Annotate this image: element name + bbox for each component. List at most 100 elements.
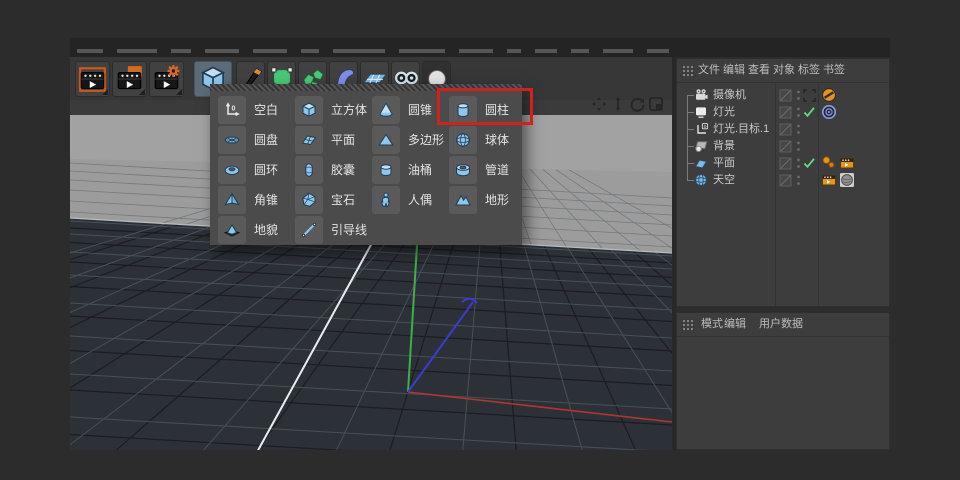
primitive-item-label: 角锥	[254, 185, 278, 215]
object-label: 平面	[713, 155, 735, 172]
om-menu-4[interactable]: 标签	[798, 59, 820, 82]
tag-phong[interactable]	[821, 155, 837, 171]
primitive-item-label: 球体	[485, 125, 509, 155]
primitive-item-gem[interactable]: 宝石	[295, 185, 369, 215]
object-row-null[interactable]: 0 灯光.目标.1	[677, 121, 889, 138]
visibility-dots[interactable]	[796, 157, 801, 170]
panel-grip-icon[interactable]	[682, 319, 694, 330]
svg-text:0: 0	[704, 124, 707, 130]
pan-icon[interactable]	[591, 96, 607, 112]
primitive-item-label: 立方体	[331, 95, 367, 125]
prim-sphere-icon	[449, 126, 477, 154]
tag-compositing[interactable]	[821, 172, 837, 188]
prim-guide-icon	[295, 216, 323, 244]
render-view-button[interactable]	[75, 61, 110, 97]
primitive-item-capsule[interactable]: 胶囊	[295, 155, 369, 185]
primitive-item-plane[interactable]: 平面	[295, 125, 369, 155]
rotate-icon[interactable]	[629, 96, 645, 112]
primitive-item-landscape[interactable]: 地形	[449, 185, 523, 215]
primitive-item-null[interactable]: 0 空白	[218, 95, 292, 125]
object-label: 背景	[713, 138, 735, 155]
object-label: 摄像机	[713, 87, 746, 104]
tag-protection[interactable]	[821, 87, 837, 103]
maximize-icon[interactable]	[648, 96, 664, 112]
tag-texture[interactable]	[839, 172, 855, 188]
object-row-plane[interactable]: 平面	[677, 155, 889, 172]
state-icon[interactable]	[803, 140, 816, 153]
prim-relief-icon	[218, 216, 246, 244]
primitive-item-label: 平面	[331, 125, 355, 155]
ap-menu-0[interactable]: 模式	[701, 313, 723, 336]
panel-grip-icon[interactable]	[682, 65, 694, 76]
primitive-item-label: 引导线	[331, 215, 367, 245]
om-menu-1[interactable]: 编辑	[723, 59, 745, 82]
prim-null-icon: 0	[218, 96, 246, 124]
attribute-panel: 模式编辑用户数据	[676, 312, 890, 450]
state-icon[interactable]	[803, 174, 816, 187]
primitive-item-sphere[interactable]: 球体	[449, 125, 523, 155]
visibility-dots[interactable]	[796, 106, 801, 119]
enabled-check-icon[interactable]	[803, 157, 816, 170]
hierarchy-tree-stub	[687, 95, 694, 96]
primitive-item-guide[interactable]: 引导线	[295, 215, 369, 245]
om-plane-icon	[694, 156, 708, 170]
primitive-item-cube[interactable]: 立方体	[295, 95, 369, 125]
primitive-item-pyramid[interactable]: 角锥	[218, 185, 292, 215]
object-row-light[interactable]: 灯光	[677, 104, 889, 121]
primitive-item-torus[interactable]: 圆环	[218, 155, 292, 185]
object-row-sky[interactable]: 天空	[677, 172, 889, 189]
tag-target[interactable]	[821, 104, 837, 120]
om-menu-2[interactable]: 查看	[748, 59, 770, 82]
primitive-item-oiltank[interactable]: 油桶	[372, 155, 446, 185]
primitive-item-label: 宝石	[331, 185, 355, 215]
visibility-dots[interactable]	[796, 123, 801, 136]
visibility-dots[interactable]	[796, 174, 801, 187]
render-settings-button[interactable]	[149, 61, 184, 97]
layer-toggle[interactable]	[779, 157, 792, 170]
layer-toggle[interactable]	[779, 106, 792, 119]
visibility-dots[interactable]	[796, 140, 801, 153]
prim-torus-icon	[218, 156, 246, 184]
primitive-item-figure[interactable]: 人偶	[372, 185, 446, 215]
layer-toggle[interactable]	[779, 123, 792, 136]
ap-menu-1[interactable]: 编辑	[724, 313, 746, 336]
primitive-item-label: 多边形	[408, 125, 444, 155]
prim-cone-icon	[372, 96, 400, 124]
render-picture-viewer-button[interactable]	[112, 61, 147, 97]
primitive-item-label: 地貌	[254, 215, 278, 245]
menu-bar[interactable]	[70, 38, 890, 57]
tag-compositing[interactable]	[839, 155, 855, 171]
tutorial-highlight-box	[437, 88, 533, 125]
primitive-item-tube[interactable]: 管道	[449, 155, 523, 185]
prim-tube-icon	[449, 156, 477, 184]
layer-toggle[interactable]	[779, 89, 792, 102]
hierarchy-tree-stub	[687, 180, 694, 181]
zoom-icon[interactable]	[610, 96, 626, 112]
om-menu-5[interactable]: 书签	[823, 59, 845, 82]
primitive-item-label: 圆盘	[254, 125, 278, 155]
ap-menu-2[interactable]: 用户数据	[759, 313, 803, 336]
om-menu-0[interactable]: 文件	[698, 59, 720, 82]
layer-toggle[interactable]	[779, 174, 792, 187]
primitive-item-cone[interactable]: 圆锥	[372, 95, 446, 125]
visibility-dots[interactable]	[796, 89, 801, 102]
prim-gem-icon	[295, 186, 323, 214]
om-sky-icon	[694, 173, 708, 187]
object-row-camera[interactable]: 摄像机	[677, 87, 889, 104]
object-row-background[interactable]: 背景	[677, 138, 889, 155]
layer-toggle[interactable]	[779, 140, 792, 153]
om-menu-3[interactable]: 对象	[773, 59, 795, 82]
om-background-icon	[694, 139, 708, 153]
prim-landscape-icon	[449, 186, 477, 214]
primitive-item-disc[interactable]: 圆盘	[218, 125, 292, 155]
primitive-item-polygon[interactable]: 多边形	[372, 125, 446, 155]
enabled-check-icon[interactable]	[803, 106, 816, 119]
hierarchy-tree-stub	[687, 112, 694, 113]
om-null-icon: 0	[694, 122, 708, 136]
state-icon[interactable]	[803, 123, 816, 136]
primitive-item-relief[interactable]: 地貌	[218, 215, 292, 245]
state-icon[interactable]	[803, 89, 816, 102]
prim-capsule-icon	[295, 156, 323, 184]
primitive-item-label: 圆锥	[408, 95, 432, 125]
primitive-dropdown-menu: 0 空白 立方体 圆锥 圆柱 圆盘 平面 多边形 球体 圆环 胶囊 油	[210, 84, 522, 245]
